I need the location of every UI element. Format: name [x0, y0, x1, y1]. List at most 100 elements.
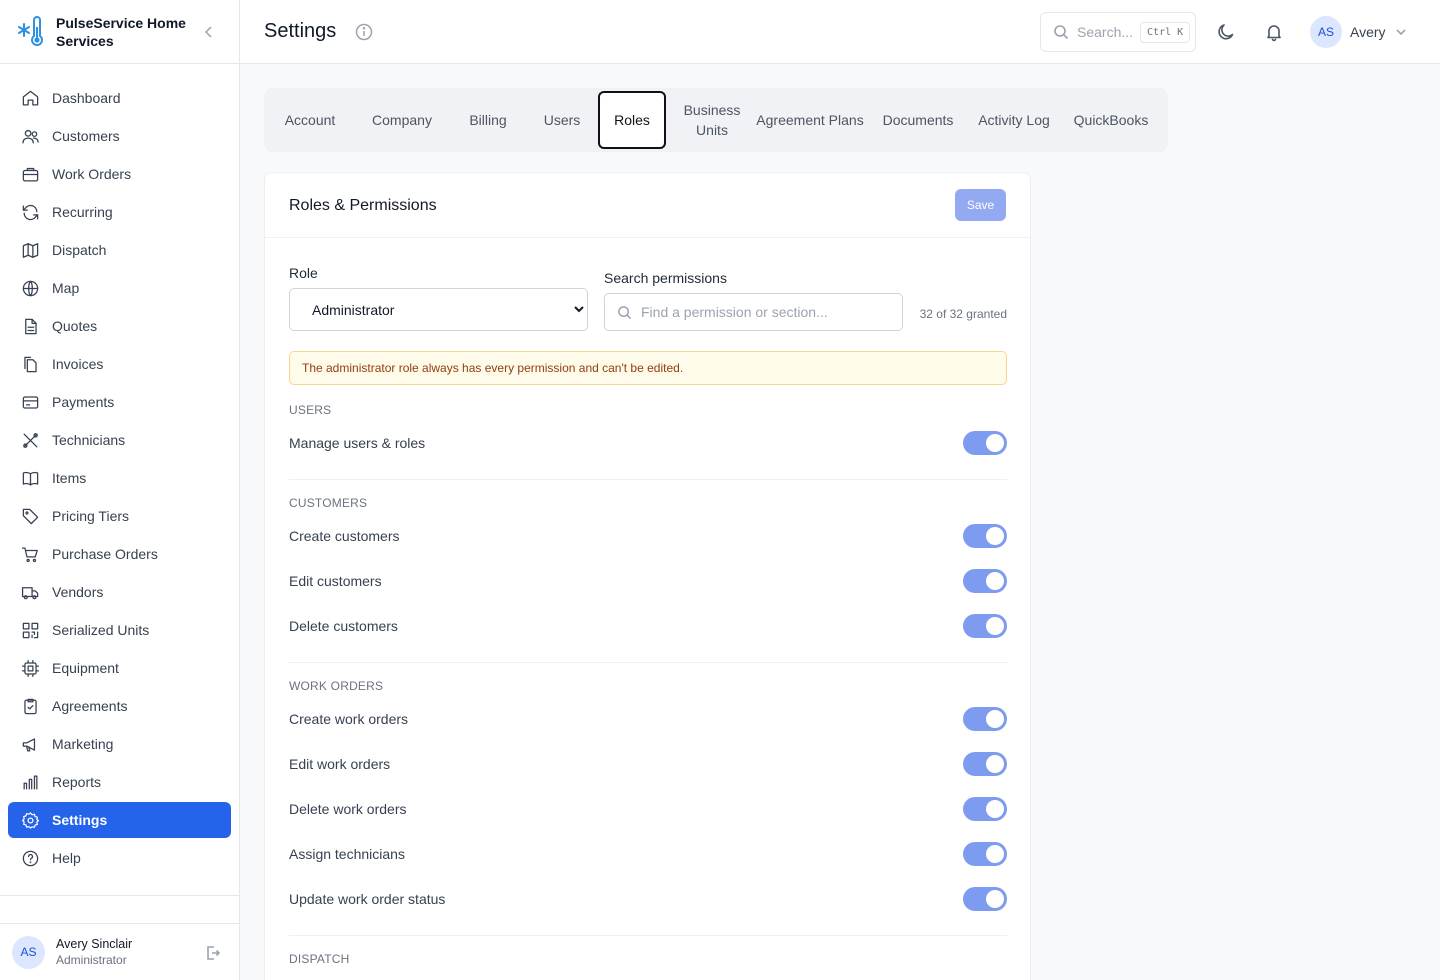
sidebar-item-label: Dashboard: [52, 90, 121, 106]
sidebar-item-label: Marketing: [52, 736, 114, 752]
tab-billing[interactable]: Billing: [448, 88, 528, 152]
search-permissions-label: Search permissions: [604, 270, 727, 286]
top-header: Settings Search... Ctrl K AS Avery: [240, 0, 1440, 64]
save-button[interactable]: Save: [955, 189, 1006, 221]
chevron-left-icon[interactable]: [201, 24, 217, 40]
refresh-icon: [22, 204, 39, 220]
chevron-down-icon: [1395, 29, 1406, 36]
sidebar-item-map[interactable]: Map: [8, 269, 231, 307]
file-text-icon: [25, 318, 37, 334]
permission-label: Delete customers: [289, 618, 398, 634]
sidebar-item-reports[interactable]: Reports: [8, 763, 231, 801]
permission-toggle[interactable]: [963, 431, 1007, 455]
page-title: Settings: [264, 20, 337, 42]
tab-quickbooks[interactable]: QuickBooks: [1056, 88, 1166, 152]
help-circle-icon: [22, 850, 39, 866]
sidebar-item-label: Work Orders: [52, 166, 132, 182]
brand: PulseService Home Services: [0, 0, 239, 64]
user-role: Administrator: [56, 953, 127, 967]
sidebar-item-serialized-units[interactable]: Serialized Units: [8, 611, 231, 649]
role-label: Role: [289, 265, 318, 281]
role-select[interactable]: Administrator: [289, 288, 588, 331]
sidebar-item-customers[interactable]: Customers: [8, 117, 231, 155]
info-icon[interactable]: [355, 23, 373, 41]
sidebar-item-label: Settings: [52, 812, 108, 828]
permission-label: Update work order status: [289, 891, 446, 907]
qr-code-icon: [22, 622, 39, 638]
section-title-users: USERS: [289, 403, 332, 417]
permission-toggle[interactable]: [963, 887, 1007, 911]
tab-account[interactable]: Account: [264, 88, 356, 152]
permission-toggle[interactable]: [963, 524, 1007, 548]
clipboard-icon: [24, 698, 37, 714]
cart-icon: [21, 547, 38, 562]
logout-icon[interactable]: [205, 945, 221, 961]
tab-documents[interactable]: Documents: [864, 88, 972, 152]
sidebar-item-purchase-orders[interactable]: Purchase Orders: [8, 535, 231, 573]
permission-label: Create work orders: [289, 711, 409, 727]
sidebar-item-recurring[interactable]: Recurring: [8, 193, 231, 231]
cpu-icon: [21, 659, 40, 677]
sidebar-item-invoices[interactable]: Invoices: [8, 345, 231, 383]
sidebar-item-label: Equipment: [52, 660, 119, 676]
moon-icon[interactable]: [1216, 22, 1236, 42]
sidebar-item-pricing-tiers[interactable]: Pricing Tiers: [8, 497, 231, 535]
sidebar-item-agreements[interactable]: Agreements: [8, 687, 231, 725]
sidebar-item-quotes[interactable]: Quotes: [8, 307, 231, 345]
avatar: AS: [1310, 16, 1342, 48]
sidebar-item-vendors[interactable]: Vendors: [8, 573, 231, 611]
tab-company[interactable]: Company: [356, 88, 448, 152]
tab-agreement-plans[interactable]: Agreement Plans: [756, 88, 864, 152]
sidebar-item-technicians[interactable]: Technicians: [8, 421, 231, 459]
sidebar-item-label: Items: [52, 470, 87, 486]
sidebar-item-payments[interactable]: Payments: [8, 383, 231, 421]
sidebar-item-label: Dispatch: [52, 242, 107, 258]
global-search[interactable]: Search... Ctrl K: [1040, 12, 1196, 52]
sidebar-nav: Dashboard Customers Work Orders Recurrin…: [0, 64, 239, 877]
user-menu[interactable]: AS Avery: [1310, 16, 1408, 48]
card-header: Roles & Permissions Save: [265, 173, 1030, 238]
card-title: Roles & Permissions: [289, 197, 437, 214]
permission-search[interactable]: [604, 293, 903, 331]
permission-search-input[interactable]: [641, 304, 891, 320]
tools-icon: [23, 432, 38, 448]
permission-toggle[interactable]: [963, 707, 1007, 731]
permission-toggle[interactable]: [963, 842, 1007, 866]
divider: [289, 479, 1007, 480]
permission-row: Update work order status: [289, 887, 1007, 911]
tab-users[interactable]: Users: [528, 88, 596, 152]
sidebar-item-equipment[interactable]: Equipment: [8, 649, 231, 687]
permission-label: Delete work orders: [289, 801, 407, 817]
permission-toggle[interactable]: [963, 797, 1007, 821]
tab-business-units[interactable]: Business Units: [668, 88, 756, 152]
sidebar-item-dispatch[interactable]: Dispatch: [8, 231, 231, 269]
search-icon: [1054, 25, 1069, 40]
avatar[interactable]: AS: [12, 935, 45, 969]
permission-toggle[interactable]: [963, 752, 1007, 776]
sidebar-item-label: Purchase Orders: [52, 546, 158, 562]
sidebar-item-marketing[interactable]: Marketing: [8, 725, 231, 763]
permission-row: Delete customers: [289, 614, 1007, 638]
sidebar-item-label: Agreements: [52, 698, 128, 714]
section-title-dispatch: DISPATCH: [289, 952, 350, 966]
sidebar-item-label: Recurring: [52, 204, 113, 220]
section-title-work-orders: WORK ORDERS: [289, 679, 384, 693]
sidebar-item-help[interactable]: Help: [8, 839, 231, 877]
permission-row: Edit work orders: [289, 752, 1007, 776]
permission-toggle[interactable]: [963, 614, 1007, 638]
tab-activity-log[interactable]: Activity Log: [972, 88, 1056, 152]
permission-label: Create customers: [289, 528, 400, 544]
bell-icon[interactable]: [1264, 22, 1284, 42]
sidebar-item-items[interactable]: Items: [8, 459, 231, 497]
sidebar-item-settings[interactable]: Settings: [8, 802, 231, 838]
permission-toggle[interactable]: [963, 569, 1007, 593]
permission-row: Delete work orders: [289, 797, 1007, 821]
sidebar-item-label: Map: [52, 280, 80, 296]
divider: [0, 895, 239, 896]
tab-roles[interactable]: Roles: [598, 91, 666, 149]
shortcut-hint: Ctrl K: [1140, 21, 1191, 43]
sidebar-item-label: Reports: [52, 774, 102, 790]
sidebar-item-dashboard[interactable]: Dashboard: [8, 79, 231, 117]
sidebar-item-work-orders[interactable]: Work Orders: [8, 155, 231, 193]
map-fold-icon: [22, 242, 39, 258]
